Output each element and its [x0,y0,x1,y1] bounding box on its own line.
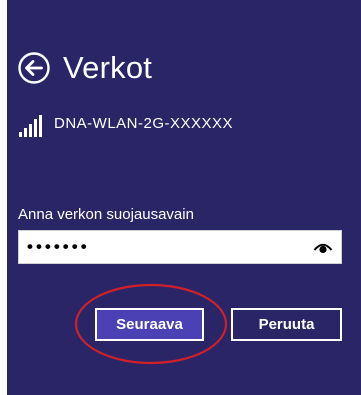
page-title: Verkot [63,50,153,85]
network-ssid: DNA-WLAN-2G-XXXXXX [54,115,234,132]
next-button[interactable]: Seuraava [95,308,204,341]
security-key-label: Anna verkon suojausavain [18,206,194,223]
network-list-item[interactable]: DNA-WLAN-2G-XXXXXX [18,114,233,138]
cancel-button[interactable]: Peruuta [231,308,342,341]
back-arrow-icon[interactable] [17,51,51,85]
wifi-signal-icon [18,114,44,138]
network-flyout-panel: Verkot DNA-WLAN-2G-XXXXXX Anna verkon su… [7,0,361,395]
security-key-input[interactable]: ••••••• [18,230,342,264]
masked-password-value: ••••••• [27,237,90,256]
flyout-header: Verkot [17,48,152,88]
reveal-password-eye-icon[interactable] [313,239,333,255]
